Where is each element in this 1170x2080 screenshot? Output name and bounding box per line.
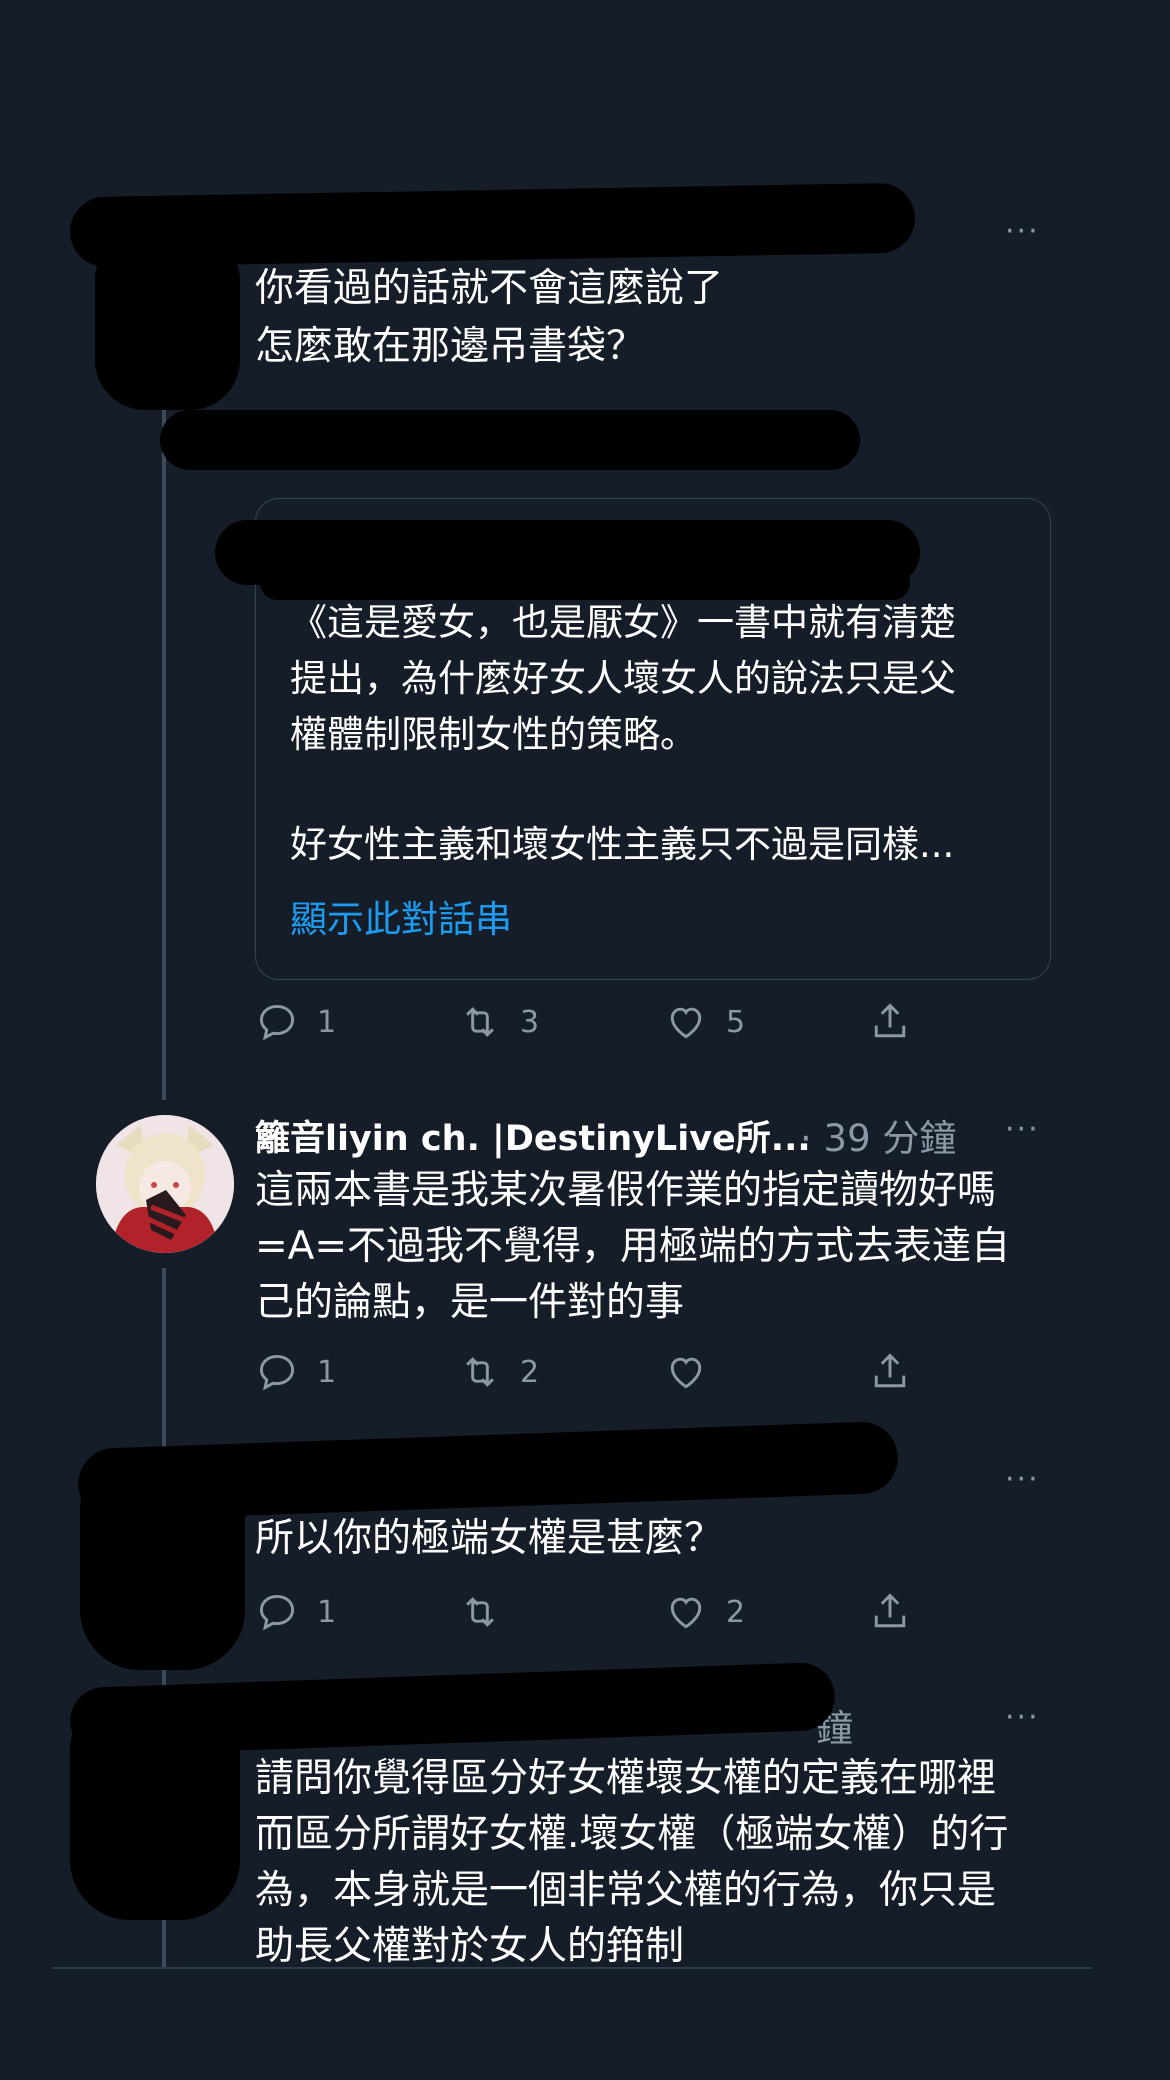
more-icon[interactable]: ··· bbox=[1005, 1112, 1040, 1147]
retweet-button[interactable] bbox=[458, 1590, 502, 1634]
avatar[interactable] bbox=[96, 1115, 234, 1253]
show-thread-link[interactable]: 顯示此對話串 bbox=[290, 889, 512, 943]
reply-icon bbox=[259, 1354, 295, 1391]
like-count: 5 bbox=[726, 1004, 746, 1040]
redaction-mark bbox=[80, 1450, 245, 1670]
reply-count: 1 bbox=[317, 1004, 337, 1040]
tweet-text-line: 己的論點，是一件對的事 bbox=[255, 1280, 685, 1325]
tweet-text-line: 你看過的話就不會這麼說了 bbox=[255, 266, 724, 311]
tweet-text-line: 為，本身就是一個非常父權的行為，你只是 bbox=[255, 1868, 997, 1913]
retweet-icon bbox=[466, 1597, 494, 1627]
redaction-mark bbox=[95, 230, 240, 410]
heart-icon bbox=[670, 1007, 702, 1039]
quote-text-line: 好女性主義和壞女性主義只不過是同樣... bbox=[290, 823, 955, 866]
thread-line-1 bbox=[162, 400, 166, 1100]
tweet-text-line: 而區分所謂好女權.壞女權（極端女權）的行 bbox=[255, 1812, 1009, 1857]
redaction-mark bbox=[260, 565, 910, 600]
more-icon[interactable]: ··· bbox=[1005, 1462, 1040, 1497]
tweet-text-line: 請問你覺得區分好女權壞女權的定義在哪裡 bbox=[255, 1756, 997, 1801]
reply-button[interactable]: 1 bbox=[255, 1000, 336, 1044]
heart-icon bbox=[670, 1597, 702, 1629]
like-button[interactable] bbox=[664, 1350, 708, 1394]
share-button[interactable] bbox=[868, 1590, 912, 1634]
share-button[interactable] bbox=[868, 1000, 912, 1044]
retweet-icon bbox=[466, 1357, 494, 1387]
redaction-mark bbox=[160, 410, 860, 470]
like-button[interactable]: 5 bbox=[664, 1000, 745, 1044]
redaction-mark bbox=[70, 1690, 240, 1920]
reply-icon bbox=[259, 1004, 295, 1041]
quote-text-line: 提出，為什麼好女人壞女人的說法只是父 bbox=[290, 657, 956, 700]
reply-button[interactable]: 1 bbox=[255, 1350, 336, 1394]
reply-count: 1 bbox=[317, 1354, 337, 1390]
tweet-text-line: 怎麼敢在那邊吊書袋？ bbox=[255, 324, 646, 369]
more-icon[interactable]: ··· bbox=[1005, 214, 1040, 249]
like-count: 2 bbox=[726, 1594, 746, 1630]
reply-icon bbox=[259, 1594, 295, 1631]
avatar-image bbox=[96, 1115, 234, 1253]
more-icon[interactable]: ··· bbox=[1005, 1700, 1040, 1735]
tweet-text-line: 這兩本書是我某次暑假作業的指定讀物好嗎 bbox=[255, 1168, 997, 1213]
quote-text-line: 權體制限制女性的策略。 bbox=[290, 713, 697, 756]
like-button[interactable]: 2 bbox=[664, 1590, 745, 1634]
tweet-text-line: =A=不過我不覺得，用極端的方式去表達自 bbox=[255, 1224, 1011, 1269]
divider bbox=[52, 1967, 1092, 1969]
share-icon bbox=[874, 1593, 906, 1628]
quote-text-line: 《這是愛女，也是厭女》一書中就有清楚 bbox=[290, 601, 956, 644]
display-name[interactable]: 籬音liyin ch. |DestinyLive所... bbox=[255, 1110, 811, 1161]
reply-button[interactable]: 1 bbox=[255, 1590, 336, 1634]
retweet-icon bbox=[466, 1007, 494, 1037]
share-icon bbox=[874, 1353, 906, 1388]
retweet-button[interactable]: 3 bbox=[458, 1000, 539, 1044]
retweet-count: 2 bbox=[520, 1354, 540, 1390]
share-icon bbox=[874, 1003, 906, 1038]
tweet-text-line: 所以你的極端女權是甚麼？ bbox=[255, 1516, 724, 1561]
heart-icon bbox=[670, 1357, 702, 1389]
share-button[interactable] bbox=[868, 1350, 912, 1394]
timestamp[interactable]: · 39 分鐘 bbox=[800, 1108, 956, 1162]
reply-count: 1 bbox=[317, 1594, 337, 1630]
retweet-count: 3 bbox=[520, 1004, 540, 1040]
retweet-button[interactable]: 2 bbox=[458, 1350, 539, 1394]
